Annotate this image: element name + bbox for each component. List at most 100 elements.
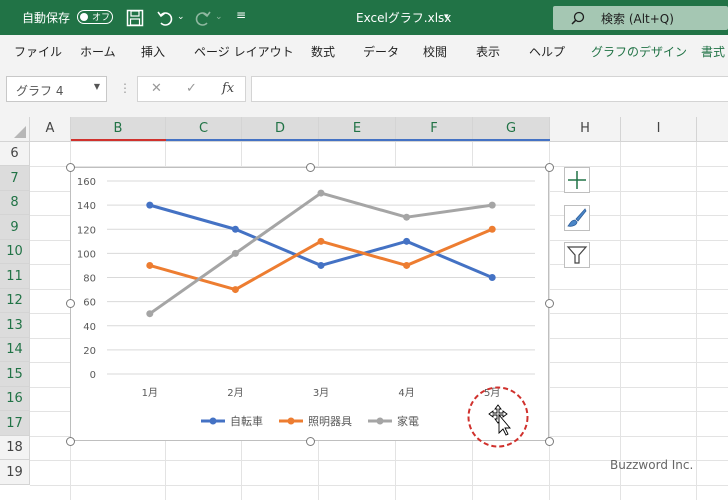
row-header-14[interactable]: 14 xyxy=(0,338,30,362)
ribbon-tabs: ファイル ホーム 挿入 ページ レイアウト 数式 データ 校閲 表示 ヘルプ グ… xyxy=(0,35,728,68)
row-header-17[interactable]: 17 xyxy=(0,411,30,436)
formula-input[interactable] xyxy=(251,76,728,102)
redo-icon[interactable] xyxy=(194,9,212,27)
y-tick-label: 160 xyxy=(77,177,96,188)
legend-label: 家電 xyxy=(397,414,419,428)
column-header-b[interactable]: B xyxy=(71,117,166,141)
data-point xyxy=(317,261,325,269)
resize-handle-bottom-right[interactable] xyxy=(545,437,554,446)
legend-marker xyxy=(287,417,295,425)
column-header-a[interactable]: A xyxy=(30,117,71,141)
chart-filters-button[interactable] xyxy=(564,242,590,268)
data-point xyxy=(488,201,496,209)
data-point xyxy=(231,225,239,233)
tab-insert[interactable]: 挿入 xyxy=(141,43,165,60)
undo-dropdown-icon[interactable]: ⌄ xyxy=(177,12,185,22)
column-header-i[interactable]: I xyxy=(621,117,697,141)
legend-marker xyxy=(376,417,384,425)
tab-file[interactable]: ファイル xyxy=(14,43,62,60)
tab-format[interactable]: 書式 xyxy=(701,43,725,60)
tab-chart-design[interactable]: グラフのデザイン xyxy=(591,43,687,60)
search-box[interactable]: 検索 (Alt+Q) xyxy=(553,6,728,30)
tab-home[interactable]: ホーム xyxy=(80,43,116,60)
resize-handle-top-left[interactable] xyxy=(66,163,75,172)
legend-marker xyxy=(209,417,217,425)
select-all-icon xyxy=(14,126,26,138)
resize-handle-bottom[interactable] xyxy=(306,437,315,446)
tab-data[interactable]: データ xyxy=(363,43,399,60)
formula-bar-grip-icon[interactable]: ⋮ xyxy=(119,81,131,95)
column-header-e[interactable]: E xyxy=(319,117,396,141)
row-header-8[interactable]: 8 xyxy=(0,191,30,215)
resize-handle-top-right[interactable] xyxy=(545,163,554,172)
tab-page-layout[interactable]: ページ レイアウト xyxy=(194,43,294,60)
cancel-icon[interactable]: ✕ xyxy=(151,81,162,96)
y-tick-label: 120 xyxy=(77,225,96,236)
row-header-16[interactable]: 16 xyxy=(0,387,30,411)
y-tick-label: 100 xyxy=(77,249,96,260)
row-header-9[interactable]: 9 xyxy=(0,215,30,240)
resize-handle-left[interactable] xyxy=(66,299,75,308)
row-header-13[interactable]: 13 xyxy=(0,313,30,338)
title-bar: 自動保存 オフ ⌄ ⌄ ≡ Excelグラフ.xlsx ▾ 検索 (Alt+Q) xyxy=(0,0,728,35)
quick-access-customize-icon[interactable]: ≡ xyxy=(236,8,246,22)
column-header-f[interactable]: F xyxy=(396,117,473,141)
data-point xyxy=(488,274,496,281)
data-point xyxy=(231,249,239,257)
chart-elements-button[interactable] xyxy=(564,167,590,193)
file-name[interactable]: Excelグラフ.xlsx xyxy=(356,9,451,26)
column-header-g[interactable]: G xyxy=(473,117,550,141)
search-icon xyxy=(571,11,585,25)
column-header-d[interactable]: D xyxy=(242,117,319,141)
tab-review[interactable]: 校閲 xyxy=(423,43,447,60)
column-header-next[interactable] xyxy=(697,117,728,141)
data-point xyxy=(146,201,154,209)
row-header-11[interactable]: 11 xyxy=(0,264,30,289)
chart-styles-button[interactable] xyxy=(564,205,590,231)
autosave-state: オフ xyxy=(92,13,111,23)
row-header-18[interactable]: 18 xyxy=(0,436,30,460)
data-point xyxy=(231,286,239,294)
row-header-12[interactable]: 12 xyxy=(0,289,30,313)
data-point xyxy=(317,189,325,197)
filter-icon xyxy=(566,246,588,264)
save-icon[interactable] xyxy=(126,9,144,27)
column-header-h[interactable]: H xyxy=(550,117,621,141)
y-tick-label: 40 xyxy=(83,322,96,333)
x-tick-label: 4月 xyxy=(398,387,414,399)
resize-handle-top[interactable] xyxy=(306,163,315,172)
row-header-10[interactable]: 10 xyxy=(0,240,30,264)
grid-line xyxy=(620,142,621,500)
x-tick-label: 3月 xyxy=(313,387,329,399)
search-placeholder: 検索 (Alt+Q) xyxy=(601,12,674,26)
filename-dropdown-icon[interactable]: ▾ xyxy=(444,12,449,22)
autosave-toggle[interactable]: オフ xyxy=(77,10,113,24)
x-tick-label: 1月 xyxy=(142,387,158,399)
name-box-value: グラフ 4 xyxy=(16,84,64,98)
column-header-c[interactable]: C xyxy=(166,117,242,141)
watermark: Buzzword Inc. xyxy=(610,458,694,472)
legend-label: 自転車 xyxy=(230,414,263,428)
enter-icon[interactable]: ✓ xyxy=(186,81,197,96)
resize-handle-bottom-left[interactable] xyxy=(66,437,75,446)
name-box-dropdown-icon[interactable]: ▼ xyxy=(94,82,100,91)
row-header-7[interactable]: 7 xyxy=(0,166,30,191)
tab-help[interactable]: ヘルプ xyxy=(529,43,565,60)
data-point xyxy=(403,261,411,269)
row-header-6[interactable]: 6 xyxy=(0,142,30,166)
y-tick-label: 140 xyxy=(77,201,96,212)
redo-dropdown-icon[interactable]: ⌄ xyxy=(215,12,223,22)
tab-formulas[interactable]: 数式 xyxy=(311,43,335,60)
y-tick-label: 20 xyxy=(83,346,96,357)
row-header-19[interactable]: 19 xyxy=(0,460,30,485)
tab-view[interactable]: 表示 xyxy=(476,43,500,60)
name-box[interactable]: グラフ 4 ▼ xyxy=(6,76,107,102)
data-point xyxy=(403,237,411,245)
row-header-15[interactable]: 15 xyxy=(0,362,30,387)
data-point xyxy=(403,213,411,221)
resize-handle-right[interactable] xyxy=(545,299,554,308)
y-tick-label: 0 xyxy=(90,370,96,381)
select-all-button[interactable] xyxy=(0,117,30,141)
undo-icon[interactable] xyxy=(156,9,174,27)
insert-function-icon[interactable]: fx xyxy=(222,81,234,96)
